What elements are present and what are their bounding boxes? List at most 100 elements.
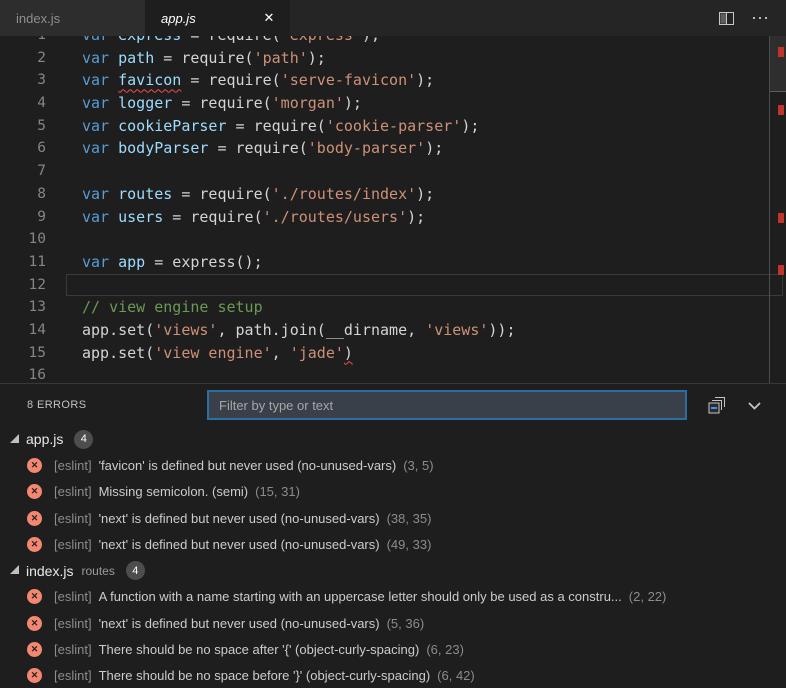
group-file-path: routes: [81, 564, 114, 578]
line-content: var express = require('express');: [82, 36, 380, 47]
line-content: var users = require('./routes/users');: [82, 206, 425, 229]
line-number[interactable]: 6: [0, 137, 46, 160]
line-number[interactable]: 5: [0, 115, 46, 138]
code-line[interactable]: 2 var path = require('path');: [0, 47, 786, 70]
code-line[interactable]: 1 var express = require('express');: [0, 36, 786, 47]
line-number[interactable]: 8: [0, 183, 46, 206]
line-number[interactable]: 11: [0, 251, 46, 274]
problem-position: (49, 33): [387, 537, 432, 552]
line-content: var favicon = require('serve-favicon');: [82, 69, 434, 92]
problem-source: [eslint]: [54, 537, 92, 552]
editor-actions: ⋯: [718, 0, 786, 36]
error-mark: [778, 105, 784, 115]
problem-row[interactable]: ✕ [eslint] 'favicon' is defined but never …: [0, 452, 786, 478]
error-icon: ✕: [27, 458, 42, 473]
line-number[interactable]: 16: [0, 364, 46, 383]
line-number[interactable]: 10: [0, 228, 46, 251]
problem-position: (5, 36): [387, 616, 425, 631]
problem-row[interactable]: ✕[eslint]There should be no space before…: [0, 663, 786, 688]
tab-index-js[interactable]: index.js: [0, 0, 145, 36]
code-editor[interactable]: 1 var express = require('express'); 2 var p…: [0, 36, 786, 383]
line-number[interactable]: 15: [0, 342, 46, 365]
close-icon[interactable]: ✕: [260, 10, 278, 26]
problem-message: 'favicon' is defined but never used (no-…: [99, 458, 397, 473]
code-line[interactable]: 13// view engine setup: [0, 296, 786, 319]
problems-panel-header: 8 ERRORS: [0, 384, 786, 426]
error-icon: ✕: [27, 537, 42, 552]
line-number[interactable]: 3: [0, 69, 46, 92]
line-content: app.set('views', path.join(__dirname, 'v…: [82, 319, 516, 342]
split-editor-icon[interactable]: [718, 10, 735, 27]
code-line[interactable]: 7: [0, 160, 786, 183]
line-number[interactable]: 7: [0, 160, 46, 183]
line-number[interactable]: 12: [0, 274, 46, 297]
problem-row[interactable]: ✕[eslint]A function with a name starting…: [0, 584, 786, 610]
problem-row[interactable]: ✕ [eslint] 'next' is defined but never use…: [0, 531, 786, 557]
line-number[interactable]: 4: [0, 92, 46, 115]
line-number[interactable]: 14: [0, 319, 46, 342]
problem-message: 'next' is defined but never used (no-unu…: [99, 616, 380, 631]
line-content: var path = require('path');: [82, 47, 326, 70]
code-line[interactable]: 14 app.set('views', path.join(__dirname, …: [0, 319, 786, 342]
code-line[interactable]: 8 var routes = require('./routes/index');: [0, 183, 786, 206]
tab-label: index.js: [16, 11, 60, 26]
problem-message: A function with a name starting with an …: [99, 589, 622, 604]
code-lines: 1 var express = require('express'); 2 var p…: [0, 36, 786, 383]
error-count-label: 8 ERRORS: [27, 384, 86, 426]
line-number[interactable]: 1: [0, 36, 46, 47]
problem-position: (2, 22): [629, 589, 667, 604]
problem-row[interactable]: ✕[eslint]'next' is defined but never use…: [0, 505, 786, 531]
overview-ruler[interactable]: [769, 36, 786, 383]
problems-tree: app.js4 ✕ [eslint] 'favicon' is defined but…: [0, 426, 786, 688]
code-line[interactable]: 10: [0, 228, 786, 251]
scrollbar-slider[interactable]: [770, 36, 786, 92]
problem-position: (15, 31): [255, 484, 300, 499]
problem-position: (6, 23): [426, 642, 464, 657]
collapse-all-icon[interactable]: [708, 396, 726, 414]
code-line[interactable]: 6 var bodyParser = require('body-parser')…: [0, 137, 786, 160]
code-line[interactable]: 9 var users = require('./routes/users');: [0, 206, 786, 229]
twistie-expanded-icon[interactable]: [10, 434, 19, 443]
line-number[interactable]: 13: [0, 296, 46, 319]
problem-source: [eslint]: [54, 484, 92, 499]
error-icon: ✕: [27, 484, 42, 499]
line-number[interactable]: 9: [0, 206, 46, 229]
group-file-name: app.js: [26, 431, 63, 447]
problem-row[interactable]: ✕[eslint]Missing semicolon. (semi)(15, 3…: [0, 479, 786, 505]
group-file-name: index.js: [26, 563, 73, 579]
line-content: var logger = require('morgan');: [82, 92, 362, 115]
problem-row[interactable]: ✕[eslint]There should be no space after …: [0, 636, 786, 662]
problems-group-row[interactable]: index.jsroutes4: [0, 557, 786, 583]
tab-bar: index.js app.js ✕ ⋯: [0, 0, 786, 36]
filter-input[interactable]: [207, 390, 687, 420]
problems-panel: 8 ERRORS app.js4 ✕ [eslint] 'favicon' is de…: [0, 383, 786, 688]
error-mark: [778, 265, 784, 275]
problems-group-row[interactable]: app.js4: [0, 426, 786, 452]
error-mark: [778, 47, 784, 57]
tab-app-js[interactable]: app.js ✕: [145, 0, 290, 36]
line-content: var cookieParser = require('cookie-parse…: [82, 115, 479, 138]
problem-position: (3, 5): [403, 458, 433, 473]
line-content: app.set('view engine', 'jade'): [82, 342, 353, 365]
error-mark: [778, 213, 784, 223]
problem-position: (38, 35): [387, 511, 432, 526]
problem-message: 'next' is defined but never used (no-unu…: [99, 511, 380, 526]
problem-row[interactable]: ✕[eslint]'next' is defined but never use…: [0, 610, 786, 636]
code-line[interactable]: 15 app.set('view engine', 'jade'): [0, 342, 786, 365]
code-line[interactable]: 3 var favicon = require('serve-favicon');: [0, 69, 786, 92]
more-actions-icon[interactable]: ⋯: [751, 13, 770, 23]
problem-source: [eslint]: [54, 458, 92, 473]
code-line[interactable]: 11var app = express();: [0, 251, 786, 274]
error-icon: ✕: [27, 589, 42, 604]
twistie-expanded-icon[interactable]: [10, 565, 19, 574]
code-line[interactable]: 12: [0, 274, 786, 297]
line-content: var bodyParser = require('body-parser');: [82, 137, 443, 160]
vscode-window: index.js app.js ✕ ⋯ 1 var express = requi…: [0, 0, 786, 688]
line-content: var routes = require('./routes/index');: [82, 183, 434, 206]
problem-message: 'next' is defined but never used (no-unu…: [99, 537, 380, 552]
code-line[interactable]: 16: [0, 364, 786, 383]
line-number[interactable]: 2: [0, 47, 46, 70]
chevron-down-icon[interactable]: [746, 397, 763, 414]
code-line[interactable]: 4 var logger = require('morgan');: [0, 92, 786, 115]
code-line[interactable]: 5 var cookieParser = require('cookie-pars…: [0, 115, 786, 138]
